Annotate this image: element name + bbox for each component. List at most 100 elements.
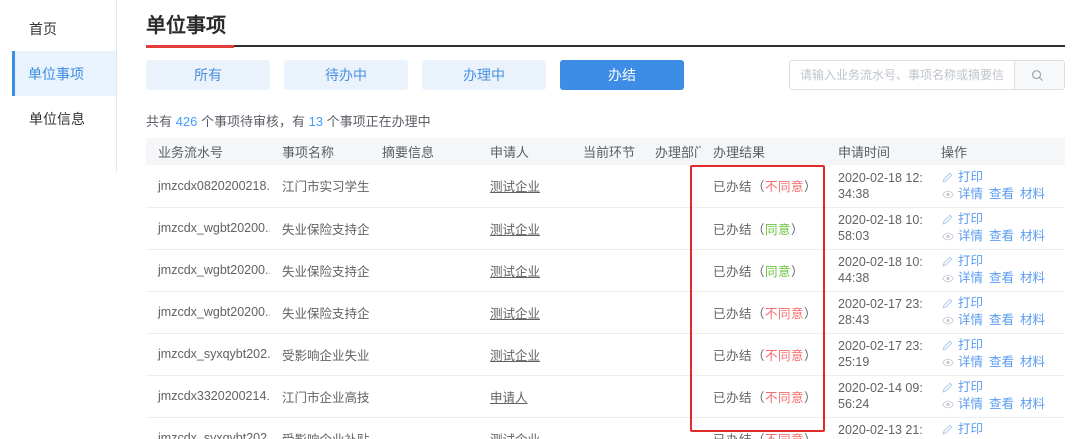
tab-all[interactable]: 所有 (146, 60, 270, 90)
col-header-flow-id: 业务流水号 (146, 138, 270, 165)
result-status: 已办结 (713, 433, 752, 439)
summary-cell (370, 207, 478, 249)
view-link[interactable]: 查看 (989, 396, 1014, 413)
detail-link[interactable]: 详情 (958, 312, 983, 329)
applicant-cell: 测试企业 (478, 207, 571, 249)
flow-id: jmzcdx_wgbt20200... (158, 305, 270, 319)
applicant-cell: 测试企业 (478, 249, 571, 291)
flow-id: jmzcdx3320200214... (158, 389, 270, 403)
item-name-cell: 江门市实习学生... (270, 165, 370, 207)
print-link[interactable]: 打印 (958, 379, 983, 396)
table-row: jmzcdx_wgbt20200... 失业保险支持企... 测试企业 已办结（… (146, 207, 1065, 249)
dept-cell (643, 165, 701, 207)
detail-link[interactable]: 详情 (958, 228, 983, 245)
summary-cell (370, 291, 478, 333)
detail-link[interactable]: 详情 (958, 186, 983, 203)
applicant-link[interactable]: 测试企业 (490, 180, 540, 194)
title-underline (146, 45, 1065, 47)
ops-cell: 打印 详情 查看 材料 (929, 417, 1065, 439)
summary-cell (370, 333, 478, 375)
apply-time-line1: 2020-02-18 10: (838, 254, 929, 270)
apply-time-cell: 2020-02-18 12: 34:38 (826, 165, 929, 207)
material-link[interactable]: 材料 (1020, 396, 1045, 413)
eye-icon (941, 232, 954, 241)
op-line-print: 打印 (941, 211, 1065, 228)
material-link[interactable]: 材料 (1020, 354, 1045, 371)
item-name: 江门市企业高技... (282, 391, 370, 405)
item-name-cell: 受影响企业失业... (270, 333, 370, 375)
print-link[interactable]: 打印 (958, 211, 983, 228)
dept-cell (643, 333, 701, 375)
summary-text: 共有 (146, 114, 176, 129)
print-link[interactable]: 打印 (958, 295, 983, 312)
material-link[interactable]: 材料 (1020, 270, 1045, 287)
tab-completed[interactable]: 办结 (560, 60, 684, 90)
applicant-link[interactable]: 测试企业 (490, 223, 540, 237)
print-link[interactable]: 打印 (958, 421, 983, 438)
applicant-link[interactable]: 测试企业 (490, 349, 540, 363)
result-status: 已办结 (713, 349, 752, 363)
item-name-cell: 失业保险支持企... (270, 249, 370, 291)
dept-cell (643, 249, 701, 291)
page-title: 单位事项 (146, 13, 1065, 39)
applicant-link[interactable]: 测试企业 (490, 433, 540, 439)
applicant-cell: 测试企业 (478, 333, 571, 375)
material-link[interactable]: 材料 (1020, 228, 1045, 245)
item-name: 失业保险支持企... (282, 265, 370, 279)
col-header-applicant: 申请人 (478, 138, 571, 165)
view-link[interactable]: 查看 (989, 186, 1014, 203)
dept-cell (643, 375, 701, 417)
search-input[interactable] (790, 61, 1014, 89)
view-link[interactable]: 查看 (989, 354, 1014, 371)
sidebar-item-unit-matters[interactable]: 单位事项 (12, 51, 117, 96)
item-name-cell: 失业保险支持企... (270, 207, 370, 249)
tab-pending[interactable]: 待办中 (284, 60, 408, 90)
magnifier-icon (1031, 69, 1044, 82)
view-link[interactable]: 查看 (989, 312, 1014, 329)
sidebar-item-label: 单位信息 (29, 109, 85, 129)
view-link[interactable]: 查看 (989, 270, 1014, 287)
apply-time-line1: 2020-02-17 23: (838, 296, 929, 312)
detail-link[interactable]: 详情 (958, 270, 983, 287)
sidebar-item-unit-info[interactable]: 单位信息 (0, 96, 117, 141)
item-name-cell: 受影响企业补贴 (270, 417, 370, 439)
op-line-print: 打印 (941, 337, 1065, 354)
result-opinion: 不同意 (765, 433, 804, 439)
view-link[interactable]: 查看 (989, 228, 1014, 245)
result-opinion: 不同意 (765, 349, 804, 363)
print-link[interactable]: 打印 (958, 253, 983, 270)
pencil-icon (941, 214, 954, 225)
table-row: jmzcdx_wgbt20200... 失业保险支持企... 测试企业 已办结（… (146, 291, 1065, 333)
stage-cell (571, 333, 643, 375)
ops-cell: 打印 详情 查看 材料 (929, 291, 1065, 333)
print-link[interactable]: 打印 (958, 169, 983, 186)
op-line-print: 打印 (941, 253, 1065, 270)
apply-time-cell: 2020-02-17 23: 25:19 (826, 333, 929, 375)
table-row: jmzcdx_syxqybt202... 受影响企业补贴 测试企业 已办结（不同… (146, 417, 1065, 439)
detail-link[interactable]: 详情 (958, 396, 983, 413)
matters-table-wrap: 业务流水号 事项名称 摘要信息 申请人 当前环节 办理部门 办理结果 申请时间 … (146, 138, 1065, 439)
eye-icon (941, 274, 954, 283)
sidebar-item-label: 单位事项 (28, 64, 84, 84)
detail-link[interactable]: 详情 (958, 354, 983, 371)
dept-cell (643, 291, 701, 333)
applicant-link[interactable]: 测试企业 (490, 265, 540, 279)
flow-id: jmzcdx0820200218... (158, 179, 270, 193)
material-link[interactable]: 材料 (1020, 186, 1045, 203)
sidebar-item-home[interactable]: 首页 (0, 6, 117, 51)
applicant-link[interactable]: 申请人 (490, 391, 528, 405)
result-status: 已办结 (713, 265, 752, 279)
op-line-view: 详情 查看 材料 (941, 228, 1065, 245)
tab-processing[interactable]: 办理中 (422, 60, 546, 90)
title-underline-red-segment (146, 45, 234, 48)
apply-time-line1: 2020-02-13 21: (838, 422, 929, 438)
material-link[interactable]: 材料 (1020, 312, 1045, 329)
op-line-print: 打印 (941, 379, 1065, 396)
result-bracket-close: ） (804, 307, 817, 321)
print-link[interactable]: 打印 (958, 337, 983, 354)
processing-count: 13 (309, 114, 323, 129)
search-button[interactable] (1014, 61, 1064, 89)
applicant-link[interactable]: 测试企业 (490, 307, 540, 321)
applicant-cell: 测试企业 (478, 291, 571, 333)
ops-cell: 打印 详情 查看 材料 (929, 375, 1065, 417)
